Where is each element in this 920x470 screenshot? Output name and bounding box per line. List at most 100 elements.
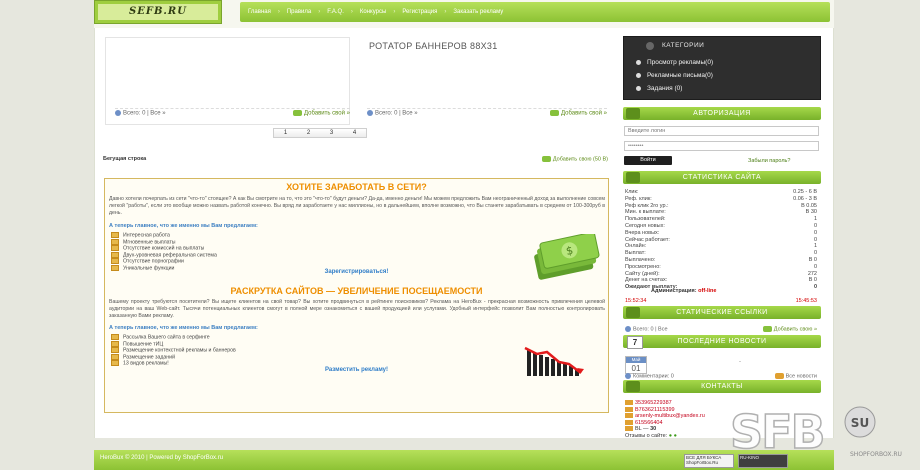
links-header: СТАТИЧЕСКИЕ ССЫЛКИ xyxy=(623,306,821,319)
news-item[interactable]: - xyxy=(739,359,741,365)
promo-subheading-earn: А теперь главное, что же именно мы Вам п… xyxy=(109,223,258,229)
news-icon xyxy=(774,373,784,379)
contacts-header: КОНТАКТЫ xyxy=(623,380,821,393)
categories-title: КАТЕГОРИИ xyxy=(662,42,705,49)
add-icon xyxy=(541,155,551,162)
stat-row: Онлайн: 1 xyxy=(625,243,817,250)
all-news-link[interactable]: Все новости xyxy=(774,373,817,379)
promo-list-earn: Интересная работа Мгновенные выплаты Отс… xyxy=(111,232,217,271)
skype-icon xyxy=(625,406,633,412)
time-left: 15:52:34 xyxy=(625,298,647,304)
admin-status-badge: off-line xyxy=(698,288,717,294)
nav-order-ads[interactable]: Заказать рекламу xyxy=(453,9,503,15)
nav-register[interactable]: Регистрация xyxy=(402,9,437,15)
categories-panel: КАТЕГОРИИ Просмотр рекламы(0) Рекламные … xyxy=(623,36,821,100)
stat-row: Выплат: 0 xyxy=(625,250,817,257)
login-input[interactable] xyxy=(624,126,819,136)
ticker-add-link[interactable]: Добавить свою (50 В) xyxy=(541,155,608,162)
banner-right-footer: Всего: 0 | Все » Добавить свой » xyxy=(367,108,607,118)
contact-skype[interactable]: B763621115399 xyxy=(625,407,705,414)
auth-title: АВТОРИЗАЦИЯ xyxy=(693,110,751,117)
nav-faq[interactable]: F.A.Q. xyxy=(327,9,344,15)
site-logo[interactable]: SEFB.RU xyxy=(94,0,222,24)
password-input[interactable] xyxy=(624,141,819,151)
counter-badge-shopforbox[interactable]: ВСЕ ДЛЯ БУКСА ShopForBox.Ru xyxy=(684,454,734,468)
login-button[interactable]: Войти xyxy=(624,156,672,165)
stat-row: Клик: 0.25 - 6 В xyxy=(625,189,817,195)
banner-left-count[interactable]: Всего: 0 | Все » xyxy=(115,110,166,117)
category-view-ads[interactable]: Просмотр рекламы(0) xyxy=(636,59,713,66)
falling-chart-icon xyxy=(524,346,584,376)
banner-left-footer: Всего: 0 | Все » Добавить свой » xyxy=(115,108,350,118)
category-tasks[interactable]: Задания (0) xyxy=(636,85,682,92)
list-item: Повышение тИЦ xyxy=(111,341,236,348)
news-date-badge: Май 01 xyxy=(625,356,647,374)
contact-icq[interactable]: 353965229387 xyxy=(625,400,705,407)
logo-text: SEFB.RU xyxy=(98,4,218,20)
links-add-link[interactable]: Добавить свою » xyxy=(762,326,817,332)
stats-table: Клик: 0.25 - 6 В Реф. клик: 0.06 - 3 В Реф… xyxy=(625,189,817,291)
svg-text:SFB: SFB xyxy=(730,405,824,459)
comment-icon xyxy=(625,373,631,379)
calendar-icon: 7 xyxy=(627,336,643,349)
nav-rules[interactable]: Правила xyxy=(287,9,311,15)
admin-status-line: Администрация: off-line xyxy=(651,288,717,294)
page-button-1[interactable]: 1 xyxy=(274,129,297,137)
info-icon xyxy=(115,110,121,117)
news-comments[interactable]: Комментарии: 0 xyxy=(625,373,674,379)
page-button-3[interactable]: 3 xyxy=(320,129,343,137)
forgot-password-link[interactable]: Забыли пароль? xyxy=(748,158,790,164)
page-button-4[interactable]: 4 xyxy=(343,129,366,137)
contacts-title: КОНТАКТЫ xyxy=(701,383,743,390)
promo-text-earn: Давно хотели почерпать из сети "что-то" … xyxy=(109,196,605,216)
folder-icon xyxy=(646,42,654,50)
svg-text:SU: SU xyxy=(851,416,869,430)
time-right: 15:45:53 xyxy=(795,298,817,304)
nav-contests[interactable]: Конкурсы xyxy=(360,9,386,15)
feedback-row[interactable]: Отзывы о сайте: ● ● xyxy=(625,433,705,440)
news-header: ПОСЛЕДНИЕ НОВОСТИ xyxy=(623,335,821,348)
links-title: СТАТИЧЕСКИЕ ССЫЛКИ xyxy=(676,309,768,316)
sidebar: КАТЕГОРИИ Просмотр рекламы(0) Рекламные … xyxy=(623,36,821,439)
add-icon xyxy=(762,326,772,332)
stat-row: Просмотрено: 0 xyxy=(625,263,817,270)
stat-row: Выплачено: В 0 xyxy=(625,256,817,263)
money-icon: $ xyxy=(534,234,600,280)
icq-icon xyxy=(625,400,633,406)
stat-row: Сейчас работает: 0 xyxy=(625,236,817,243)
list-item: Отсутствие порнографии xyxy=(111,258,217,265)
list-item: Мгновенные выплаты xyxy=(111,239,217,246)
stats-title: СТАТИСТИКА САЙТА xyxy=(682,174,762,181)
stat-row: Сегодня новых: 0 xyxy=(625,222,817,229)
info-icon xyxy=(367,110,373,117)
contact-email[interactable]: arsenly-multibux@yandex.ru xyxy=(625,413,705,420)
links-count[interactable]: Всего: 0 | Все xyxy=(625,326,668,332)
add-icon xyxy=(293,110,302,117)
category-mail-ads[interactable]: Рекламные письма(0) xyxy=(636,72,713,79)
stat-row: Пользователей: 1 xyxy=(625,216,817,223)
contact-icq-2[interactable]: 615566404 xyxy=(625,420,705,427)
banner-left-add-link[interactable]: Добавить свой » xyxy=(293,110,350,117)
stat-row: Сайту (дней): 272 xyxy=(625,270,817,277)
mail-icon xyxy=(625,413,633,419)
svg-text:SHOPFORBOX.RU: SHOPFORBOX.RU xyxy=(850,451,902,458)
banner-right-add-link[interactable]: Добавить свой » xyxy=(550,110,607,117)
rating-icon xyxy=(625,426,633,432)
stat-row: Реф клик 2го ур.: В 0.05 xyxy=(625,202,817,209)
stat-row: Вчера новых: 0 xyxy=(625,229,817,236)
promo-list-traffic: Рассылка Вашего сайта в серфинге Повышен… xyxy=(111,334,236,367)
page-button-2[interactable]: 2 xyxy=(297,129,320,137)
rating-row: BL — 30 xyxy=(625,426,705,433)
promo-text-traffic: Вашему проекту требуются посетители? Вы … xyxy=(109,299,605,319)
watermark-logo: SFB SU SHOPFORBOX.RU xyxy=(730,404,902,460)
ticker-bar: Бегущая строка Добавить свою (50 В) xyxy=(103,154,608,164)
stats-header: СТАТИСТИКА САЙТА xyxy=(623,171,821,184)
banner-right-count[interactable]: Всего: 0 | Все » xyxy=(367,110,418,117)
footer-copyright[interactable]: HeroBux © 2010 | Powered by ShopForBox.r… xyxy=(100,455,223,461)
list-item: Отсутствие комиссий на выплаты xyxy=(111,245,217,252)
nav-home[interactable]: Главная xyxy=(248,9,271,15)
promo-heading-traffic: РАСКРУТКА САЙТОВ — УВЕЛИЧЕНИЕ ПОСЕЩАЕМОС… xyxy=(230,286,483,296)
time-row: 15:52:34 15:45:53 xyxy=(625,298,817,304)
list-item: Размещение заданий xyxy=(111,354,236,361)
ticker-label: Бегущая строка xyxy=(103,156,147,162)
